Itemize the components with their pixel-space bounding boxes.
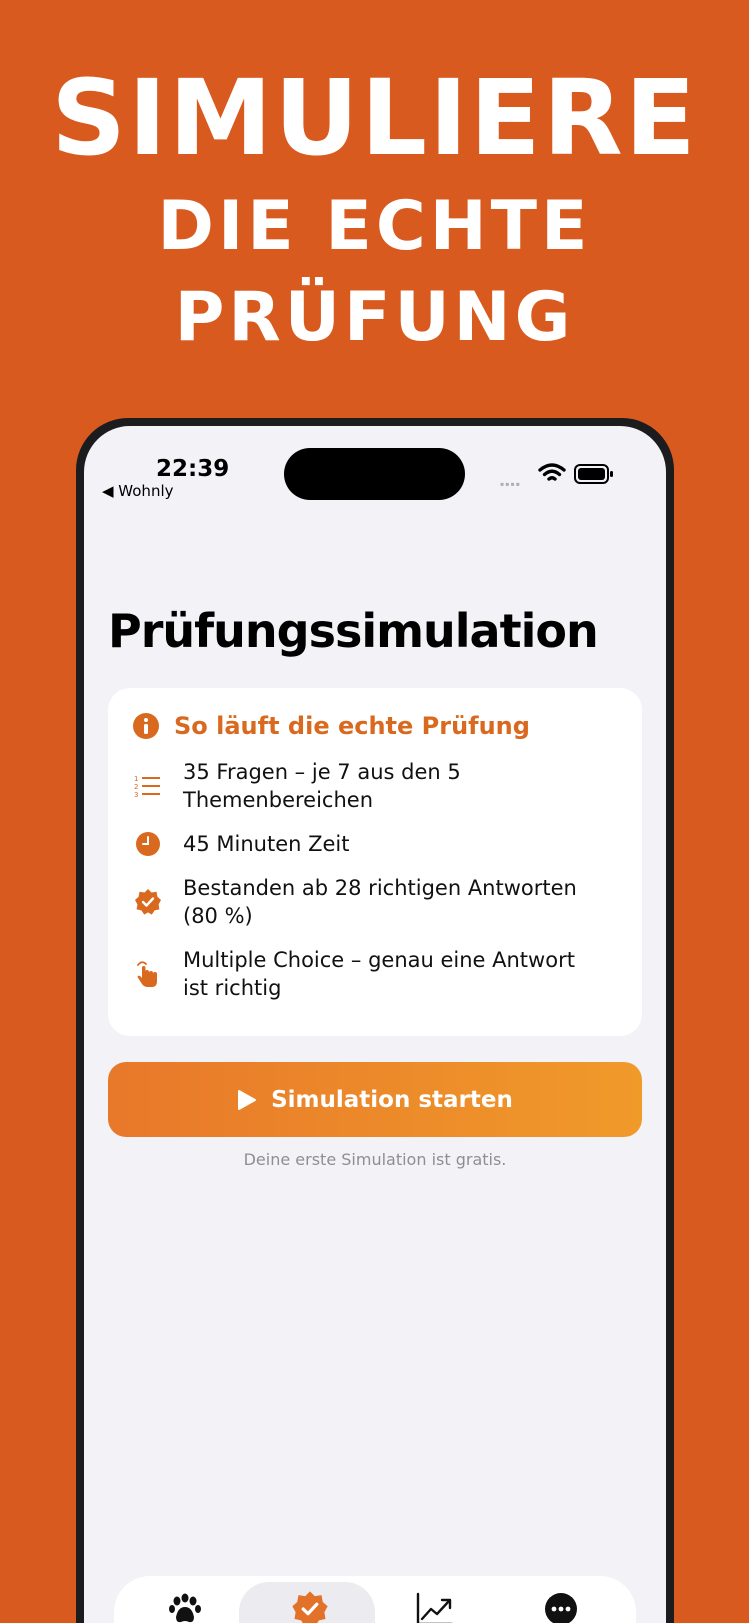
more-icon bbox=[545, 1593, 577, 1623]
svg-text:2: 2 bbox=[134, 783, 138, 791]
play-icon bbox=[238, 1089, 257, 1110]
headline-line-1: SIMULIERE bbox=[51, 57, 698, 179]
checkmark-seal-icon bbox=[292, 1591, 328, 1623]
checkmark-seal-icon bbox=[135, 889, 161, 915]
start-simulation-label: Simulation starten bbox=[271, 1086, 513, 1113]
free-simulation-note: Deine erste Simulation ist gratis. bbox=[243, 1150, 507, 1169]
exam-info-card: So läuft die echte Prüfung 1 2 3 35 Frag… bbox=[108, 688, 642, 1036]
phone-frame: 22:39 ◀ Wohnly ▪▪▪▪ Prüfungssimulation S… bbox=[76, 418, 674, 1623]
info-row-time: 45 Minuten Zeit bbox=[132, 828, 603, 860]
dynamic-island bbox=[284, 448, 465, 500]
svg-text:3: 3 bbox=[134, 791, 138, 798]
card-title: So läuft die echte Prüfung bbox=[174, 712, 530, 740]
info-row-choice: Multiple Choice – genau eine Antwort ist… bbox=[132, 946, 603, 1002]
tap-hand-icon bbox=[137, 961, 157, 987]
wifi-icon bbox=[538, 463, 566, 481]
tab-more[interactable] bbox=[502, 1576, 622, 1623]
headline-line-3: PRÜFUNG bbox=[174, 278, 575, 357]
paw-icon bbox=[169, 1593, 201, 1623]
svg-text:1: 1 bbox=[134, 775, 138, 783]
info-row-questions: 1 2 3 35 Fragen – je 7 aus den 5 Themenb… bbox=[132, 758, 603, 814]
status-time: 22:39 bbox=[156, 456, 230, 482]
phone-screen: 22:39 ◀ Wohnly ▪▪▪▪ Prüfungssimulation S… bbox=[84, 426, 666, 1623]
info-text: 45 Minuten Zeit bbox=[183, 832, 350, 856]
tab-bar bbox=[114, 1576, 636, 1623]
tab-simulation[interactable] bbox=[247, 1576, 367, 1623]
numbered-list-icon: 1 2 3 bbox=[134, 775, 160, 798]
headline-line-2: DIE ECHTE bbox=[157, 187, 592, 266]
info-text: Multiple Choice – genau eine Antwort ist… bbox=[183, 948, 575, 1000]
info-text: 35 Fragen – je 7 aus den 5 Themenbereich… bbox=[183, 760, 461, 812]
tab-progress[interactable] bbox=[376, 1576, 496, 1623]
info-text: Bestanden ab 28 richtigen Antworten (80 … bbox=[183, 876, 577, 928]
tab-home[interactable] bbox=[124, 1576, 244, 1623]
clock-icon bbox=[136, 832, 160, 856]
promo-page: SIMULIERE DIE ECHTE PRÜFUNG 22:39 ◀ Wohn… bbox=[0, 0, 749, 1623]
info-icon bbox=[133, 713, 159, 739]
battery-icon bbox=[574, 464, 613, 484]
page-title: Prüfungssimulation bbox=[108, 604, 599, 658]
card-header: So läuft die echte Prüfung bbox=[132, 712, 530, 740]
info-row-pass: Bestanden ab 28 richtigen Antworten (80 … bbox=[132, 874, 603, 930]
cellular-signal-icon: ▪▪▪▪ bbox=[500, 477, 522, 491]
chart-trend-icon bbox=[416, 1592, 453, 1623]
back-to-app-link[interactable]: ◀ Wohnly bbox=[102, 482, 174, 500]
start-simulation-button[interactable]: Simulation starten bbox=[108, 1062, 642, 1137]
